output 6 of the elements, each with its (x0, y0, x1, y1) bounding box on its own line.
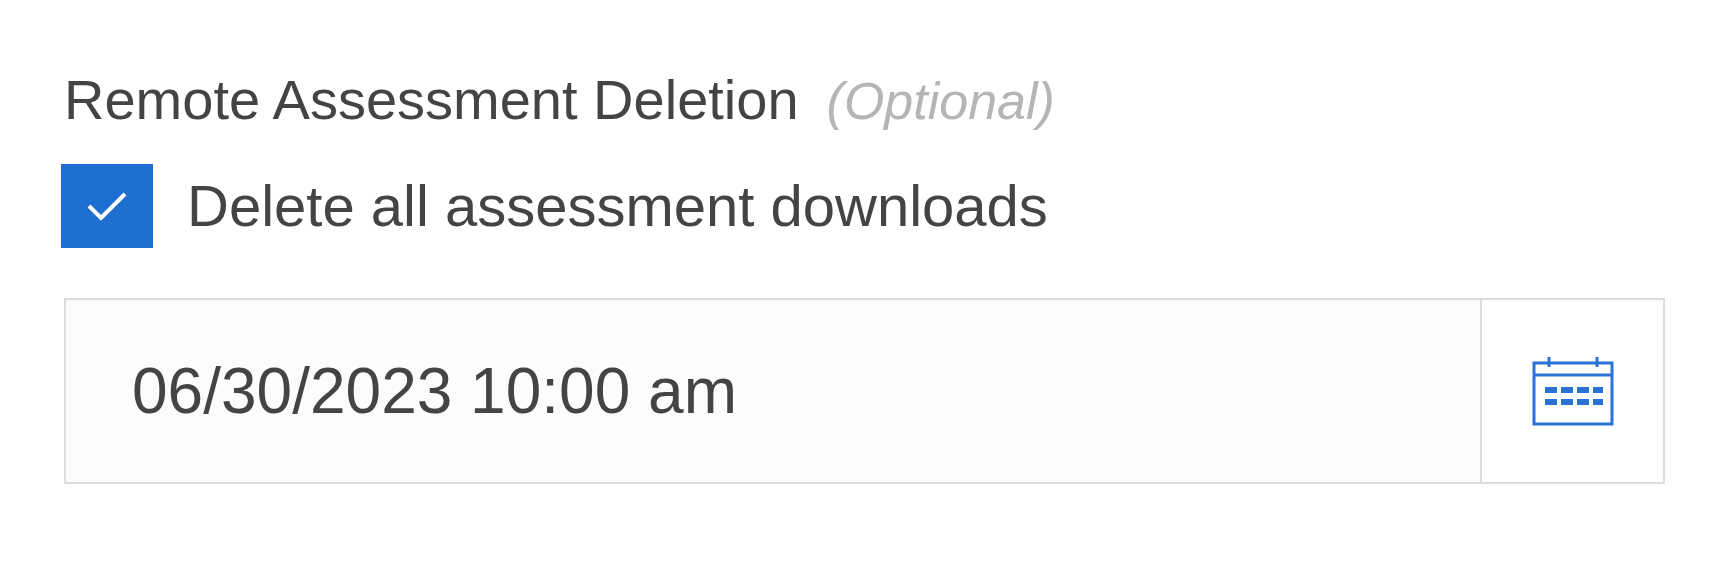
date-field[interactable]: 06/30/2023 10:00 am (64, 298, 1665, 484)
checkbox-label: Delete all assessment downloads (187, 177, 1048, 235)
date-value: 06/30/2023 10:00 am (132, 359, 737, 423)
checkbox[interactable] (61, 164, 153, 248)
field-label: Remote Assessment Deletion (64, 72, 799, 128)
calendar-icon (1530, 355, 1615, 427)
